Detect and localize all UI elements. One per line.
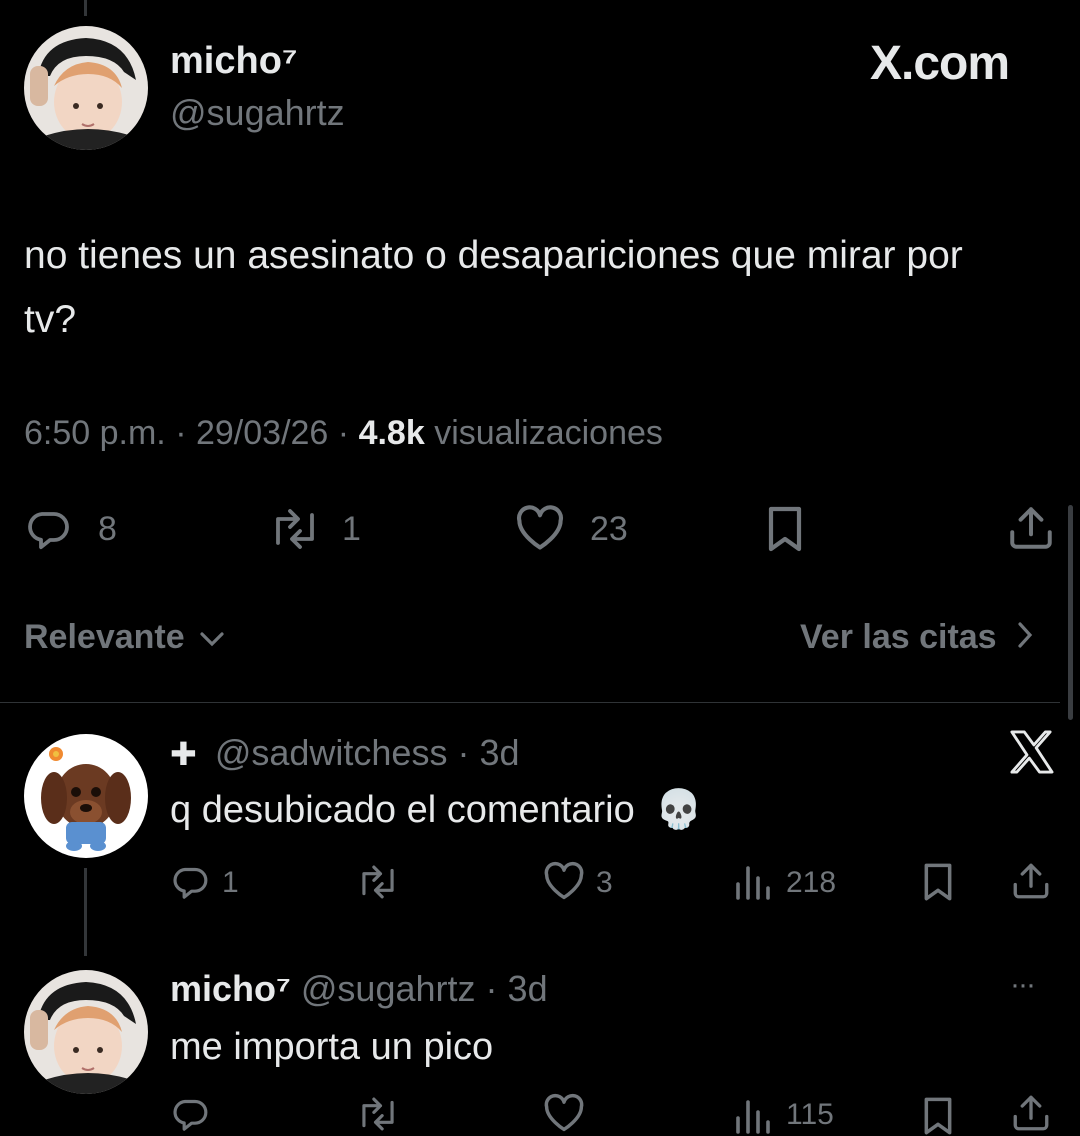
reply-display-name[interactable]: micho⁷ — [170, 968, 291, 1009]
meta-separator: · — [457, 732, 470, 773]
reply-avatar[interactable] — [24, 970, 148, 1094]
reply-text-body: q desubicado el comentario — [170, 789, 635, 831]
share-icon[interactable] — [1010, 860, 1052, 902]
repost-icon[interactable] — [266, 505, 324, 553]
reply-text: q desubicado el comentario 💀 — [170, 788, 703, 832]
bookmark-icon[interactable] — [764, 505, 806, 553]
plus-icon: ✚ — [170, 736, 197, 772]
site-label: X.com — [870, 37, 1010, 90]
chevron-right-icon — [1016, 620, 1034, 659]
reply-icon[interactable] — [170, 1094, 210, 1134]
view-quotes-label: Ver las citas — [800, 618, 997, 656]
divider — [0, 702, 1060, 703]
meta-separator: · — [337, 414, 350, 452]
x-com-label: X.com — [870, 36, 1010, 91]
view-quotes-link[interactable]: Ver las citas — [800, 618, 1034, 659]
author-handle[interactable]: @sugahrtz — [170, 92, 345, 134]
reply-handle[interactable]: @sadwitchess — [215, 732, 448, 773]
view-count: 4.8k — [358, 414, 425, 452]
tweet-text: no tienes un asesinato o desapariciones … — [24, 234, 963, 341]
more-options-icon[interactable]: ··· — [1010, 968, 1036, 1002]
reply-header: ✚ @sadwitchess · 3d — [170, 732, 520, 774]
sort-relevance[interactable]: Relevante — [24, 618, 226, 659]
like-icon[interactable] — [542, 860, 586, 902]
thread-connector — [84, 868, 87, 956]
scrollbar[interactable] — [1068, 505, 1073, 720]
sort-relevance-label: Relevante — [24, 618, 185, 656]
like-count: 3 — [596, 866, 613, 899]
chevron-down-icon — [198, 620, 226, 659]
author-display-name[interactable]: micho⁷ — [170, 40, 298, 83]
reply-icon[interactable] — [170, 862, 210, 902]
like-icon[interactable] — [514, 503, 566, 553]
meta-separator: · — [175, 414, 187, 452]
analytics-icon[interactable] — [732, 862, 772, 902]
reply-icon[interactable] — [24, 505, 72, 553]
like-count: 23 — [590, 510, 628, 548]
author-avatar[interactable] — [24, 26, 148, 150]
thread-connector-top — [84, 0, 87, 16]
reply-handle[interactable]: @sugahrtz — [301, 968, 476, 1009]
like-icon[interactable] — [542, 1092, 586, 1134]
bookmark-icon[interactable] — [920, 862, 956, 902]
repost-icon[interactable] — [354, 862, 402, 902]
tweet-meta: 6:50 p.m. · 29/03/26 · 4.8k visualizacio… — [24, 414, 663, 453]
x-logo-icon — [1008, 730, 1054, 774]
tweet-date[interactable]: 29/03/26 — [196, 414, 328, 452]
bookmark-icon[interactable] — [920, 1096, 956, 1136]
reply-avatar[interactable] — [24, 734, 148, 858]
skull-emoji: 💀 — [655, 789, 703, 831]
view-count-label: visualizaciones — [434, 414, 663, 452]
share-icon[interactable] — [1010, 1092, 1052, 1134]
reply-count: 1 — [222, 866, 239, 899]
reply-text: me importa un pico — [170, 1026, 494, 1068]
reply-age[interactable]: 3d — [508, 968, 548, 1009]
analytics-icon[interactable] — [732, 1096, 772, 1136]
view-count: 218 — [786, 866, 837, 899]
meta-separator: · — [485, 968, 498, 1009]
reply-age[interactable]: 3d — [480, 732, 520, 773]
repost-count: 1 — [342, 510, 361, 548]
share-icon[interactable] — [1006, 503, 1056, 553]
reply-count: 8 — [98, 510, 117, 548]
tweet-time[interactable]: 6:50 p.m. — [24, 414, 166, 452]
view-count: 115 — [786, 1098, 834, 1131]
repost-icon[interactable] — [354, 1094, 402, 1134]
reply-header: micho⁷ @sugahrtz · 3d — [170, 968, 548, 1010]
